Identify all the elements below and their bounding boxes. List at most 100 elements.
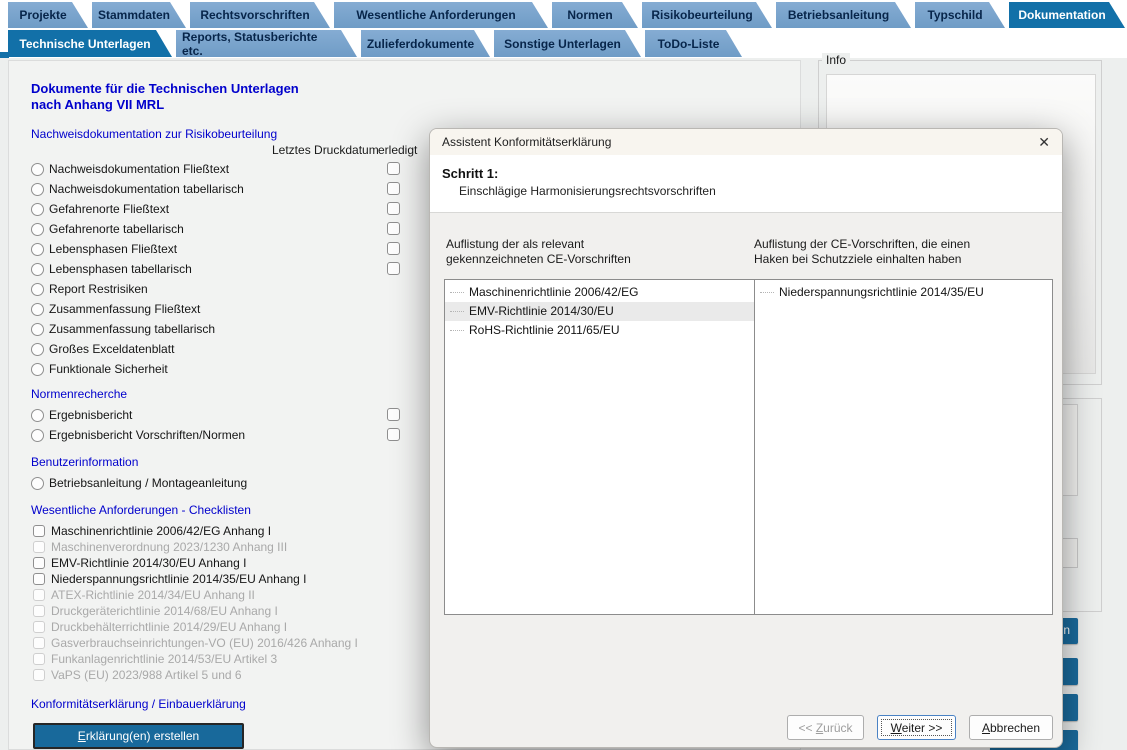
checklist-checkbox[interactable] bbox=[33, 525, 45, 537]
erledigt-checkbox[interactable] bbox=[387, 222, 400, 235]
checklist-checkbox bbox=[33, 621, 45, 633]
tab-sub-reports-statusberichte-etc[interactable]: Reports, Statusberichte etc. bbox=[176, 30, 357, 57]
checklist-checkbox bbox=[33, 589, 45, 601]
back-label-post: urück bbox=[823, 720, 853, 735]
radio-button[interactable] bbox=[31, 476, 44, 490]
radio-button[interactable] bbox=[31, 282, 44, 296]
checklist-label: ATEX-Richtlinie 2014/34/EU Anhang II bbox=[51, 588, 255, 602]
close-icon[interactable]: ✕ bbox=[1038, 135, 1050, 149]
dialog-button-bar: << Zurück Weiter >> Abbrechen bbox=[430, 715, 1062, 747]
cancel-label-post: bbrechen bbox=[989, 720, 1041, 735]
checklist-checkbox bbox=[33, 637, 45, 649]
erledigt-checkbox[interactable] bbox=[387, 408, 400, 421]
list-item[interactable]: RoHS-Richtlinie 2011/65/EU bbox=[445, 321, 769, 340]
radio-button[interactable] bbox=[31, 322, 44, 336]
left-list-label: Auflistung der als relevant gekennzeichn… bbox=[446, 237, 631, 267]
panel-title: Dokumente für die Technischen Unterlagen… bbox=[31, 81, 800, 113]
right-list-label-line1: Auflistung der CE-Vorschriften, die eine… bbox=[754, 237, 971, 251]
tab-top-wesentliche-anforderungen[interactable]: Wesentliche Anforderungen bbox=[334, 2, 548, 28]
radio-button[interactable] bbox=[31, 262, 44, 276]
right-list-label-line2: Haken bei Schutzziele einhalten haben bbox=[754, 252, 962, 266]
checklist-label: VaPS (EU) 2023/988 Artikel 5 und 6 bbox=[51, 668, 242, 682]
radio-button[interactable] bbox=[31, 362, 44, 376]
doc-label: Großes Exceldatenblatt bbox=[49, 342, 175, 356]
erledigt-checkbox[interactable] bbox=[387, 202, 400, 215]
tab-top-projekte[interactable]: Projekte bbox=[8, 2, 88, 28]
erklaerung-erstellen-button[interactable]: Erklärung(en) erstellen bbox=[33, 723, 244, 749]
right-list-label: Auflistung der CE-Vorschriften, die eine… bbox=[754, 237, 970, 267]
button-accesskey: E bbox=[77, 729, 86, 743]
radio-button[interactable] bbox=[31, 242, 44, 256]
checklist-checkbox[interactable] bbox=[33, 557, 45, 569]
checklist-label: Gasverbrauchseinrichtungen-VO (EU) 2016/… bbox=[51, 636, 358, 650]
checklist-label: Maschinenverordnung 2023/1230 Anhang III bbox=[51, 540, 288, 554]
checklist-checkbox bbox=[33, 541, 45, 553]
list-item[interactable]: Maschinenrichtlinie 2006/42/EG bbox=[445, 283, 769, 302]
schutzziele-ce-vorschriften-listbox[interactable]: Niederspannungsrichtlinie 2014/35/EU bbox=[754, 279, 1053, 615]
checklist-checkbox[interactable] bbox=[33, 573, 45, 585]
doc-label: Nachweisdokumentation tabellarisch bbox=[49, 182, 244, 196]
next-label-post: eiter >> bbox=[901, 720, 943, 735]
doc-label: Gefahrenorte tabellarisch bbox=[49, 222, 184, 236]
step-subtitle: Einschlägige Harmonisierungsrechtsvorsch… bbox=[459, 184, 716, 198]
panel-title-line2: nach Anhang VII MRL bbox=[31, 97, 165, 112]
radio-button[interactable] bbox=[31, 222, 44, 236]
radio-button[interactable] bbox=[31, 408, 44, 422]
cancel-accesskey: A bbox=[981, 720, 990, 735]
tab-top-typschild[interactable]: Typschild bbox=[915, 2, 1005, 28]
doc-label: Gefahrenorte Fließtext bbox=[49, 202, 170, 216]
tab-top-rechtsvorschriften[interactable]: Rechtsvorschriften bbox=[190, 2, 330, 28]
radio-button[interactable] bbox=[31, 202, 44, 216]
checklist-label: Niederspannungsrichtlinie 2014/35/EU Anh… bbox=[51, 572, 307, 586]
info-legend: Info bbox=[822, 53, 851, 67]
erledigt-checkbox[interactable] bbox=[387, 162, 400, 175]
radio-button[interactable] bbox=[31, 182, 44, 196]
doc-label: Nachweisdokumentation Fließtext bbox=[49, 162, 230, 176]
relevant-ce-vorschriften-listbox[interactable]: Maschinenrichtlinie 2006/42/EG EMV-Richtl… bbox=[444, 279, 770, 615]
left-list-label-line2: gekennzeichneten CE-Vorschriften bbox=[446, 252, 631, 266]
occluded-button-label-fragment: n bbox=[1063, 623, 1070, 637]
radio-button[interactable] bbox=[31, 342, 44, 356]
abbrechen-button[interactable]: Abbrechen bbox=[969, 715, 1053, 740]
dialog-step-header: Schritt 1: Einschlägige Harmonisierungsr… bbox=[430, 155, 1062, 213]
radio-button[interactable] bbox=[31, 428, 44, 442]
erledigt-checkbox[interactable] bbox=[387, 242, 400, 255]
doc-label: Report Restrisiken bbox=[49, 282, 148, 296]
tab-sub-technische-unterlagen[interactable]: Technische Unterlagen bbox=[8, 30, 172, 57]
checklist-label: Druckbehälterrichtlinie 2014/29/EU Anhan… bbox=[51, 620, 288, 634]
column-header-druckdatum: Letztes Druckdatum bbox=[272, 143, 379, 157]
assistent-konformitaetserklaerung-dialog: Assistent Konformitätserklärung ✕ Schrit… bbox=[429, 128, 1063, 748]
doc-label: Ergebnisbericht Vorschriften/Normen bbox=[49, 428, 246, 442]
tab-top-stammdaten[interactable]: Stammdaten bbox=[92, 2, 186, 28]
erledigt-checkbox[interactable] bbox=[387, 262, 400, 275]
checklist-checkbox bbox=[33, 605, 45, 617]
tab-top-betriebsanleitung[interactable]: Betriebsanleitung bbox=[776, 2, 911, 28]
radio-button[interactable] bbox=[31, 162, 44, 176]
column-header-erledigt: erledigt bbox=[378, 143, 418, 157]
doc-label: Zusammenfassung tabellarisch bbox=[49, 322, 216, 336]
tab-sub-zulieferdokumente[interactable]: Zulieferdokumente bbox=[361, 30, 490, 57]
step-title: Schritt 1: bbox=[442, 166, 499, 181]
erledigt-checkbox[interactable] bbox=[387, 182, 400, 195]
weiter-button[interactable]: Weiter >> bbox=[877, 715, 956, 740]
list-item[interactable]: EMV-Richtlinie 2014/30/EU bbox=[445, 302, 769, 321]
sub-tab-bar: Technische Unterlagen Reports, Statusberi… bbox=[8, 30, 746, 57]
radio-button[interactable] bbox=[31, 302, 44, 316]
list-item[interactable]: Niederspannungsrichtlinie 2014/35/EU bbox=[755, 283, 1052, 302]
doc-label: Ergebnisbericht bbox=[49, 408, 133, 422]
next-accesskey: W bbox=[890, 720, 902, 735]
checklist-checkbox bbox=[33, 653, 45, 665]
checklist-label: Maschinenrichtlinie 2006/42/EG Anhang I bbox=[51, 524, 272, 538]
left-list-label-line1: Auflistung der als relevant bbox=[446, 237, 585, 251]
dialog-titlebar[interactable]: Assistent Konformitätserklärung ✕ bbox=[430, 129, 1062, 155]
doc-label: Funktionale Sicherheit bbox=[49, 362, 168, 376]
tab-top-risikobeurteilung[interactable]: Risikobeurteilung bbox=[642, 2, 772, 28]
tab-top-dokumentation[interactable]: Dokumentation bbox=[1009, 2, 1125, 28]
erledigt-checkbox[interactable] bbox=[387, 428, 400, 441]
tab-sub-todo-liste[interactable]: ToDo-Liste bbox=[645, 30, 742, 57]
doc-label: Lebensphasen tabellarisch bbox=[49, 262, 192, 276]
dialog-title: Assistent Konformitätserklärung bbox=[442, 135, 612, 149]
tab-top-normen[interactable]: Normen bbox=[552, 2, 638, 28]
tab-sub-sonstige-unterlagen[interactable]: Sonstige Unterlagen bbox=[494, 30, 641, 57]
back-label-pre: << bbox=[798, 720, 816, 735]
